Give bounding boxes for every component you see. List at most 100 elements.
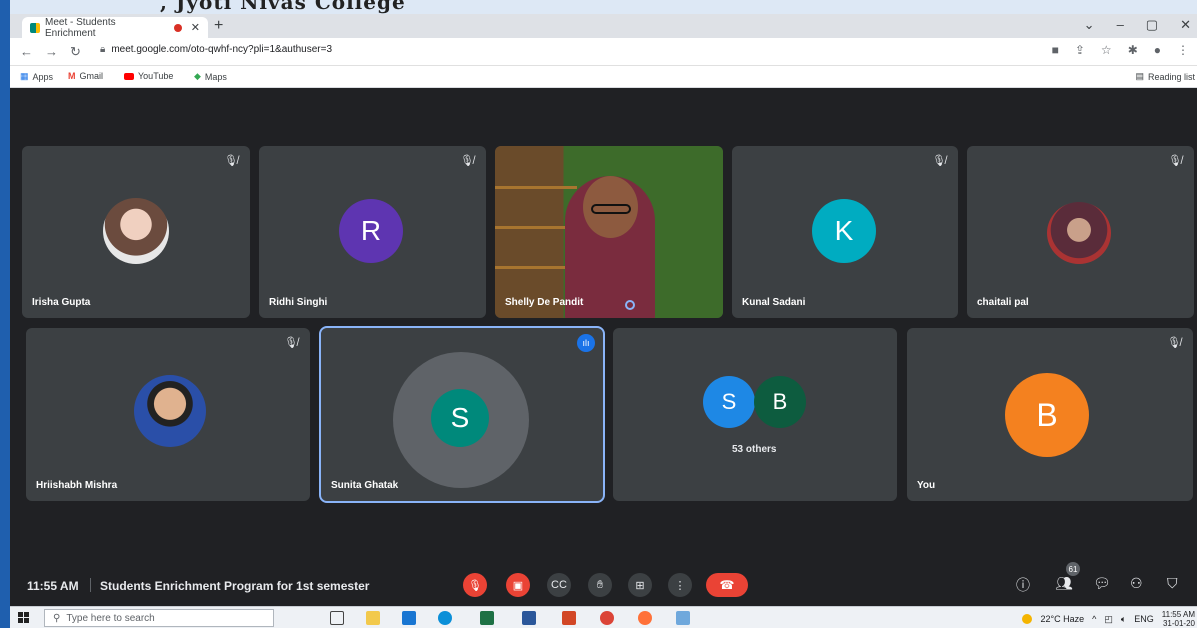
leave-call-button[interactable]: ☎︎ (706, 573, 748, 597)
present-button[interactable]: ⊞ (628, 573, 652, 597)
new-tab-button[interactable]: + (214, 17, 223, 35)
edge-icon[interactable] (438, 611, 452, 625)
search-placeholder: Type here to search (66, 613, 155, 624)
participant-tile[interactable]: 🎙︎̸ Hriishabh Mishra (26, 328, 310, 501)
participant-tile-self[interactable]: B 🎙︎̸ You (907, 328, 1193, 501)
apps-grid-icon: ▦ (20, 71, 29, 81)
meeting-info-icon[interactable]: ⓘ (1016, 575, 1030, 595)
task-view-icon[interactable] (330, 611, 344, 625)
extensions-icon[interactable]: ✱ (1128, 43, 1138, 57)
camera-in-use-icon[interactable]: ■ (1052, 43, 1059, 57)
activities-icon[interactable]: ⚇ (1130, 575, 1143, 592)
taskbar-clock[interactable]: 11:55 AM 31-01-20 (1162, 610, 1195, 628)
bookmark-apps[interactable]: ▦ Apps (20, 71, 53, 82)
windows-start-icon[interactable] (18, 612, 29, 623)
reading-list[interactable]: ▤ Reading list (1135, 71, 1195, 82)
participant-name: You (917, 480, 936, 491)
forward-icon[interactable]: → (45, 44, 58, 59)
others-count: 53 others (732, 444, 777, 455)
participant-video-tile[interactable]: Shelly De Pandit (495, 146, 723, 318)
avatar: R (339, 199, 403, 263)
mic-toggle-button[interactable]: 🎙︎ (463, 573, 487, 597)
host-controls-icon[interactable]: ⛉ (1167, 575, 1178, 592)
meeting-title: Students Enrichment Program for 1st seme… (100, 579, 370, 593)
participant-tile[interactable]: K 🎙︎̸ Kunal Sadani (732, 146, 958, 318)
bookmark-gmail[interactable]: M Gmail (68, 71, 103, 81)
captions-button[interactable]: CC (547, 573, 571, 597)
window-controls: ⌄ – ▢ ✕ (1084, 17, 1191, 33)
windows-taskbar: ⚲ Type here to search 22°C Haze ^ ◰ 🔈︎ E… (10, 606, 1197, 628)
reading-list-icon: ▤ (1135, 71, 1144, 81)
participant-name: Irisha Gupta (32, 297, 91, 308)
avatar: S (703, 376, 755, 428)
chrome-icon[interactable] (600, 611, 614, 625)
participant-name: Shelly De Pandit (505, 297, 584, 308)
screen-frame-left (0, 0, 10, 628)
bookmark-star-icon[interactable]: ☆ (1101, 43, 1112, 57)
menu-icon[interactable]: ⋮ (1177, 43, 1189, 57)
lock-icon: 🔒︎ (100, 44, 106, 55)
bookshelf (495, 186, 578, 189)
person-glasses (591, 204, 631, 214)
tab-close-icon[interactable]: ✕ (191, 21, 200, 34)
firefox-icon[interactable] (638, 611, 652, 625)
weather-icon (1022, 614, 1033, 624)
participant-tile[interactable]: 🎙︎̸ Irisha Gupta (22, 146, 250, 318)
bookmark-youtube[interactable]: YouTube (124, 71, 173, 81)
close-window-button[interactable]: ✕ (1180, 17, 1191, 33)
tray-overflow-icon[interactable]: ^ (1092, 614, 1096, 624)
toolbar-actions: ■ ⇪ ☆ ✱ ● ⋮ (1052, 43, 1189, 57)
screen: Meet - Students Enrichment ✕ + ⌄ – ▢ ✕ ←… (10, 14, 1197, 628)
maximize-button[interactable]: ▢ (1146, 17, 1158, 33)
weather-text[interactable]: 22°C Haze (1040, 614, 1084, 624)
participant-name: Sunita Ghatak (331, 480, 399, 491)
mic-muted-icon: 🎙︎̸ (1168, 155, 1182, 167)
overlay-text: , Jyoti Nivas College (160, 0, 406, 14)
chat-icon[interactable]: 💬︎ (1093, 575, 1111, 592)
mic-muted-icon: 🎙︎̸ (284, 337, 298, 349)
network-icon[interactable]: ◰ (1104, 614, 1113, 625)
browser-toolbar: ← → ↻ 🔒︎ meet.google.com/oto-qwhf-ncy?pl… (10, 38, 1197, 66)
participant-name: chaitali pal (977, 297, 1029, 308)
minimize-button[interactable]: – (1117, 17, 1124, 33)
back-icon[interactable]: ← (20, 44, 33, 59)
gmail-icon: M (68, 71, 76, 81)
bookmark-maps[interactable]: ◆ Maps (194, 71, 227, 82)
meeting-time: 11:55 AM (27, 579, 79, 593)
speaking-indicator-icon: ılı (577, 334, 595, 352)
excel-icon[interactable] (480, 611, 494, 625)
participant-name: Hriishabh Mishra (36, 480, 118, 491)
tab-search-icon[interactable]: ⌄ (1084, 17, 1095, 33)
tab-title: Meet - Students Enrichment (45, 16, 116, 39)
address-bar[interactable]: 🔒︎ meet.google.com/oto-qwhf-ncy?pli=1&au… (100, 44, 332, 55)
participant-video (495, 146, 723, 318)
profile-avatar[interactable]: ● (1154, 43, 1161, 57)
more-options-button[interactable]: ⋮ (668, 573, 692, 597)
taskbar-search-input[interactable]: ⚲ Type here to search (44, 609, 274, 627)
others-tile[interactable]: S B 53 others (613, 328, 897, 501)
participant-name: Kunal Sadani (742, 297, 806, 308)
reload-icon[interactable]: ↻ (70, 44, 81, 60)
language-indicator[interactable]: ENG (1134, 614, 1154, 624)
app-icon[interactable] (676, 611, 690, 625)
browser-tab[interactable]: Meet - Students Enrichment ✕ (22, 16, 208, 39)
participant-tile-speaking[interactable]: S ılı Sunita Ghatak (319, 326, 605, 503)
word-icon[interactable] (522, 611, 536, 625)
avatar: K (812, 199, 876, 263)
powerpoint-icon[interactable] (562, 611, 576, 625)
maps-icon: ◆ (194, 71, 201, 81)
camera-toggle-button[interactable]: ▣ (506, 573, 530, 597)
raise-hand-button[interactable]: ✋︎ (588, 573, 612, 597)
mic-muted-icon: 🎙︎̸ (1167, 337, 1181, 349)
search-icon: ⚲ (53, 613, 61, 624)
share-icon[interactable]: ⇪ (1075, 43, 1085, 57)
participant-tile[interactable]: 🎙︎̸ chaitali pal (967, 146, 1194, 318)
file-explorer-icon[interactable] (366, 611, 380, 625)
participant-tile[interactable]: R 🎙︎̸ Ridhi Singhi (259, 146, 486, 318)
store-icon[interactable] (402, 611, 416, 625)
avatar: B (1005, 373, 1089, 457)
meeting-controls-bar: 11:55 AM Students Enrichment Program for… (10, 562, 1197, 606)
participant-count-badge: 61 (1066, 562, 1080, 576)
people-icon[interactable]: 👥︎ (1055, 575, 1073, 592)
volume-icon[interactable]: 🔈︎ (1121, 614, 1126, 625)
